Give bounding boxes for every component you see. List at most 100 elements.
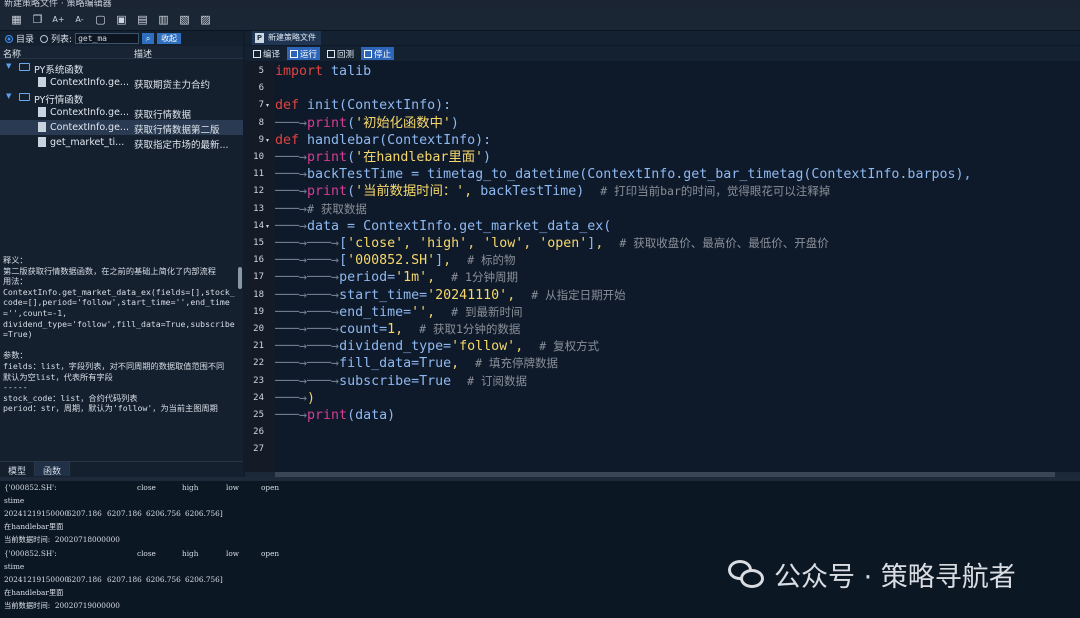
- code-line: ───→print('在handlebar里面'): [275, 150, 492, 165]
- fold-toggle-icon[interactable]: ▾: [266, 223, 269, 230]
- collapse-button[interactable]: 收起: [157, 33, 182, 44]
- left-bottom-tabs: 模型 函数: [0, 461, 243, 477]
- code-editor: P 新建策略文件 编译 运行 回测 停止 5 6 7 ▾ 8 9 ▾ 10 11 12 13 14 ▾ 15 16…: [245, 31, 1080, 472]
- tree-item-desc: 获取行情数据: [134, 110, 192, 121]
- line-number: 17: [253, 272, 264, 283]
- code-token: # 打印当前bar的时间，觉得眼花可以注释掉: [600, 184, 831, 199]
- dir-radio[interactable]: [5, 34, 13, 43]
- font-increase-icon[interactable]: A+: [50, 11, 67, 28]
- tab-functions[interactable]: 函数: [35, 462, 71, 477]
- line-number: 13: [253, 203, 264, 214]
- expand-arrow-icon[interactable]: ▼: [6, 62, 11, 70]
- dir-radio-label: 目录: [16, 35, 35, 45]
- console-row-time: 20241219150000: [4, 509, 69, 518]
- code-token: ]: [435, 253, 444, 269]
- compile-button[interactable]: 编译: [250, 47, 283, 60]
- tree-item[interactable]: ContextInfo.ge... 获取行情数据: [0, 105, 243, 121]
- line-number: 10: [253, 152, 264, 162]
- tree-item[interactable]: ContextInfo.ge... 获取期货主力合约: [0, 75, 243, 91]
- document-icon[interactable]: ▤: [134, 11, 151, 28]
- code-token: 'follow': [451, 339, 516, 355]
- copy-icon[interactable]: ❐: [29, 11, 46, 28]
- save-file-icon[interactable]: ▣: [113, 11, 130, 28]
- backtest-button-label: 回测: [337, 49, 355, 60]
- code-token: # 1分钟周期: [451, 270, 518, 285]
- code-token: # 订阅数据: [467, 373, 528, 388]
- code-line: ───→───→['close', 'high', 'low', 'open']…: [275, 236, 829, 251]
- console-col-header: close: [137, 549, 156, 558]
- editor-action-bar: 编译 运行 回测 停止: [245, 46, 1080, 61]
- code-token: 'low': [483, 236, 524, 251]
- console-data-row: 20241219150000 6207.186 6207.186 6206.756 62…: [4, 509, 223, 518]
- console-row-value: 6206.756]: [185, 575, 223, 584]
- line-number: 9: [258, 134, 264, 145]
- fold-toggle-icon[interactable]: ▾: [266, 137, 269, 144]
- code-token: print: [307, 408, 348, 423]
- stop-button[interactable]: 停止: [361, 47, 395, 60]
- run-icon: [290, 49, 299, 58]
- grid-icon[interactable]: ▦: [8, 11, 25, 28]
- code-line: ───→───→period='1m', # 1分钟周期: [275, 270, 518, 286]
- file-tab-new-strategy[interactable]: P 新建策略文件: [252, 31, 321, 45]
- code-token: ,: [467, 236, 484, 251]
- console-row-value: 6206.756]: [185, 509, 223, 518]
- fold-toggle-icon[interactable]: ▾: [266, 102, 269, 109]
- code-token: ): [450, 115, 459, 131]
- line-number: 26: [253, 427, 264, 438]
- code-token: end_time=: [339, 304, 412, 320]
- code-token: ): [483, 150, 492, 165]
- code-line: ───→───→fill_data=True, # 填充停牌数据: [275, 356, 559, 372]
- console-col-header: low: [226, 549, 239, 558]
- console-row-value: 6207.186: [107, 575, 142, 584]
- search-icon[interactable]: ⌕: [142, 33, 155, 44]
- code-line: ───→# 获取数据: [275, 201, 367, 217]
- console-col-header: open: [261, 483, 280, 492]
- tab-model[interactable]: 模型: [0, 462, 36, 477]
- code-token: 'close': [347, 236, 404, 251]
- tree-folder[interactable]: ▼ PY行情函数: [0, 90, 243, 106]
- code-token: talib: [323, 64, 372, 79]
- run-button[interactable]: 运行: [287, 47, 321, 60]
- console-row-value: 6207.186: [107, 509, 142, 518]
- tree-folder[interactable]: ▼ PY系统函数: [0, 60, 243, 76]
- new-file-icon[interactable]: ▢: [92, 11, 109, 28]
- console-row-value: 6207.186: [67, 575, 102, 584]
- function-tree: ▼ PY系统函数 ContextInfo.ge... 获取期货主力合约 ▼ PY行情函数 C…: [0, 60, 243, 151]
- code-token: print: [307, 115, 348, 131]
- code-token: ,: [403, 236, 420, 251]
- tree-item-desc: 获取指定市场的最新...: [134, 140, 229, 151]
- code-token: handlebar(ContextInfo):: [299, 132, 492, 148]
- code-token: data = ContextInfo.get_market_data_ex(: [307, 218, 612, 234]
- tree-item[interactable]: get_market_ti... 获取指定市场的最新...: [0, 135, 243, 151]
- code-line: def init(ContextInfo):: [275, 97, 451, 114]
- expand-arrow-icon[interactable]: ▼: [6, 92, 11, 100]
- font-decrease-icon[interactable]: A-: [71, 11, 88, 28]
- function-help-text: 释义： 第二版获取行情数据函数，在之前的基础上简化了内部流程 用法： Conte…: [3, 255, 235, 414]
- code-token: # 标的物: [467, 253, 516, 268]
- list-radio[interactable]: [40, 34, 49, 43]
- line-number: 24: [253, 392, 264, 403]
- code-token: def: [275, 98, 300, 114]
- code-token: # 填充停牌数据: [475, 356, 559, 371]
- line-number: 7: [258, 100, 264, 111]
- code-line: ───→───→['000852.SH'], # 标的物: [275, 253, 516, 269]
- console-stime-label: stime: [4, 562, 25, 571]
- import-icon[interactable]: ▨: [197, 11, 214, 28]
- code-area[interactable]: import talib def init(ContextInfo): ───→pr…: [275, 62, 1080, 472]
- document-list-icon[interactable]: ▥: [155, 11, 172, 28]
- code-token: '在handlebar里面': [355, 150, 484, 165]
- line-number-gutter: 5 6 7 ▾ 8 9 ▾ 10 11 12 13 14 ▾ 15 16 17 18 19 20 21 22 23 24 25…: [245, 62, 274, 472]
- code-token: '1m': [395, 270, 428, 286]
- backtest-button[interactable]: 回测: [324, 47, 357, 60]
- search-input[interactable]: [75, 33, 140, 44]
- function-file-icon: [38, 107, 46, 117]
- code-token: ): [307, 390, 316, 406]
- code-token: fill_data=True: [339, 356, 452, 372]
- code-token: 'open': [539, 236, 588, 251]
- settings-doc-icon[interactable]: ▧: [176, 11, 193, 28]
- code-line: ───→print('当前数据时间：', backTestTime) # 打印当…: [275, 184, 831, 200]
- tree-item[interactable]: ContextInfo.ge... 获取行情数据第二版: [0, 120, 243, 136]
- line-number: 19: [253, 306, 264, 317]
- code-token: '初始化函数中': [355, 115, 451, 131]
- filter-bar: 目录 列表: ⌕ 收起: [0, 31, 243, 46]
